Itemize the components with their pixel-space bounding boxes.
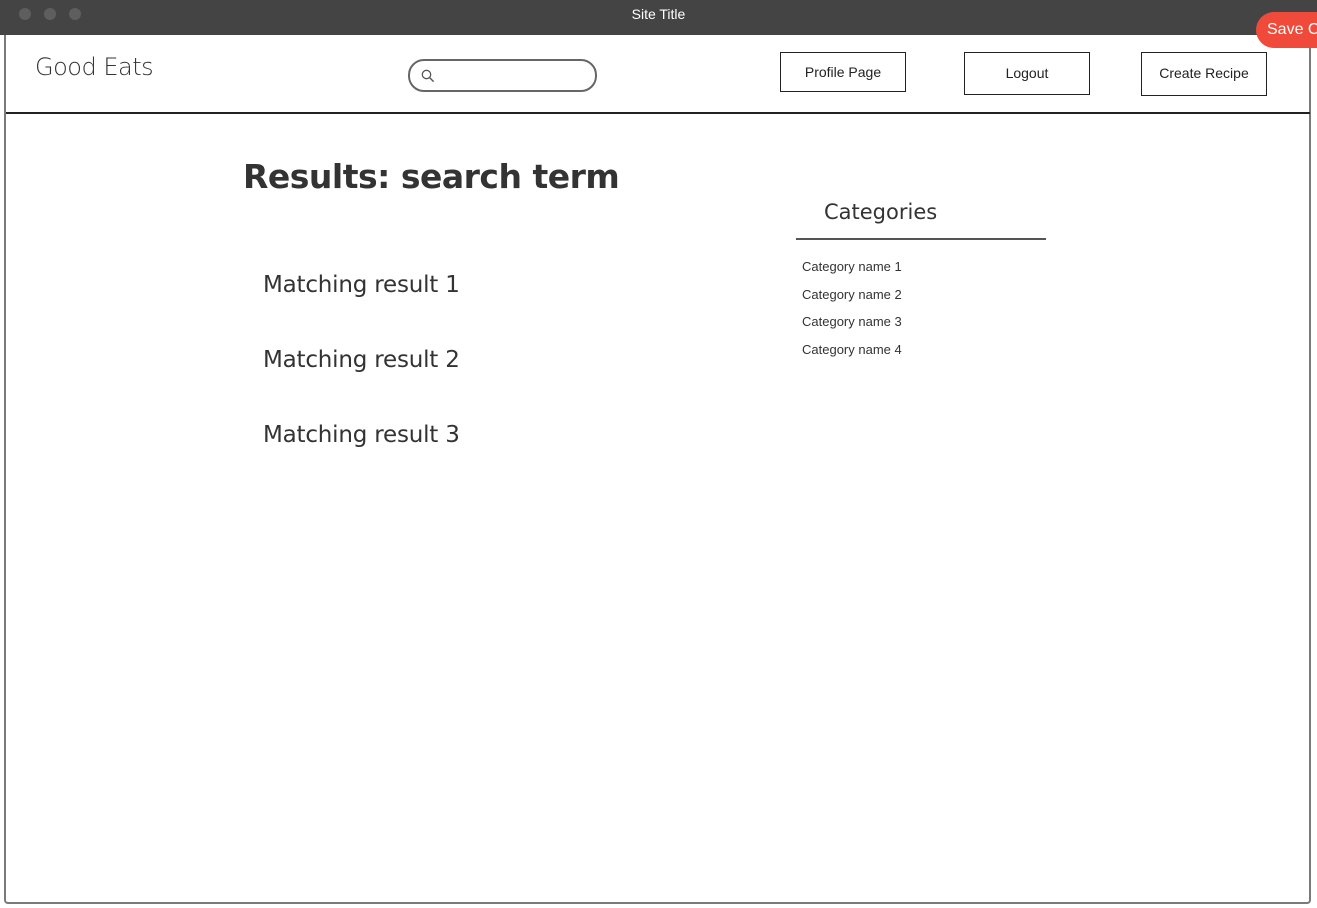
search-icon [421, 69, 435, 83]
categories-divider [796, 238, 1046, 240]
search-box[interactable] [408, 59, 597, 92]
logout-button[interactable]: Logout [964, 52, 1090, 95]
window-title: Site Title [631, 6, 686, 22]
header-divider [6, 112, 1310, 114]
save-button[interactable]: Save C [1256, 12, 1317, 48]
result-item[interactable]: Matching result 2 [263, 347, 460, 373]
create-recipe-button[interactable]: Create Recipe [1141, 52, 1267, 96]
category-item[interactable]: Category name 3 [802, 314, 902, 329]
profile-page-button[interactable]: Profile Page [780, 52, 906, 92]
result-item[interactable]: Matching result 1 [263, 272, 460, 298]
category-item[interactable]: Category name 1 [802, 259, 902, 274]
browser-window [4, 0, 1311, 904]
window-titlebar: Site Title [0, 0, 1317, 35]
search-input[interactable] [440, 65, 594, 89]
site-logo[interactable]: Good Eats [35, 53, 154, 81]
category-item[interactable]: Category name 2 [802, 287, 902, 302]
category-item[interactable]: Category name 4 [802, 342, 902, 357]
page-title: Results: search term [243, 157, 620, 196]
categories-heading: Categories [824, 200, 938, 224]
result-item[interactable]: Matching result 3 [263, 422, 460, 448]
